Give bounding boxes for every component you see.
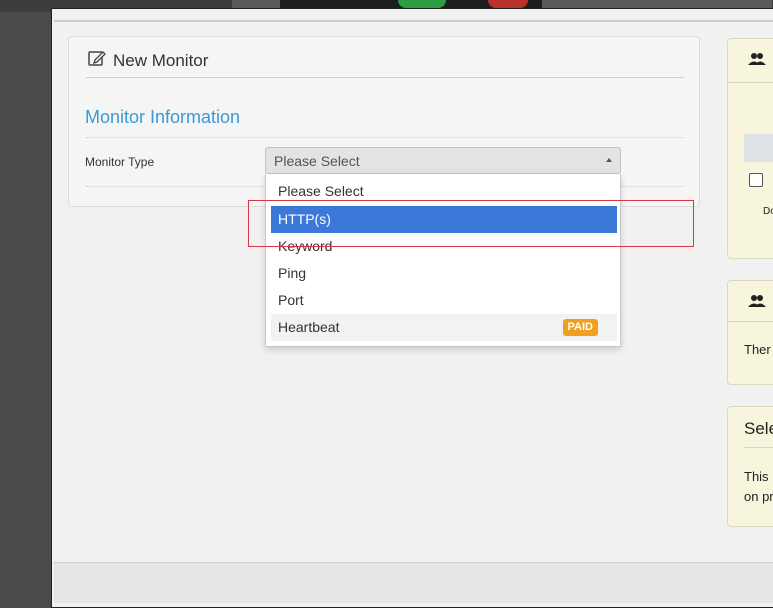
right-panel-contacts: Do [727, 38, 773, 259]
monitor-type-label: Monitor Type [85, 155, 155, 169]
section-title: Monitor Information [85, 107, 241, 127]
paid-badge: PAID [562, 319, 598, 336]
divider [86, 77, 684, 78]
chevron-up-icon [606, 158, 612, 162]
divider [728, 321, 773, 322]
row-checkbox[interactable] [749, 173, 763, 187]
right-panel-select: Sele This on pr [727, 406, 773, 527]
page-title: New Monitor [113, 50, 209, 70]
monitor-type-select[interactable]: Please Select [265, 147, 621, 174]
option-heartbeat[interactable]: Heartbeat PAID [271, 314, 617, 341]
background-red-shape [488, 0, 528, 8]
option-port[interactable]: Port [271, 287, 617, 314]
divider [744, 447, 773, 448]
option-label: Heartbeat [278, 319, 340, 335]
panel-title: Sele [744, 419, 773, 438]
select-value: Please Select [274, 153, 360, 169]
divider [728, 82, 773, 83]
highlight-box [248, 200, 694, 247]
panel-header: New Monitor [87, 49, 208, 72]
option-label: Ping [278, 265, 307, 281]
panel-text: This [744, 469, 769, 484]
option-label: Please Select [278, 183, 364, 199]
background-green-shape [398, 0, 446, 8]
cell-text: Do [763, 206, 773, 217]
right-panel-groups: Ther [727, 280, 773, 385]
modal-header-line [54, 20, 773, 22]
divider [86, 137, 684, 138]
panel-text: on pr [744, 489, 773, 504]
table-header [744, 134, 773, 162]
edit-icon [87, 49, 113, 72]
panel-text: Ther [744, 342, 771, 357]
users-icon [748, 52, 766, 71]
users-icon [748, 294, 766, 313]
option-ping[interactable]: Ping [271, 260, 617, 287]
modal-footer [54, 562, 773, 603]
option-label: Port [278, 292, 304, 308]
